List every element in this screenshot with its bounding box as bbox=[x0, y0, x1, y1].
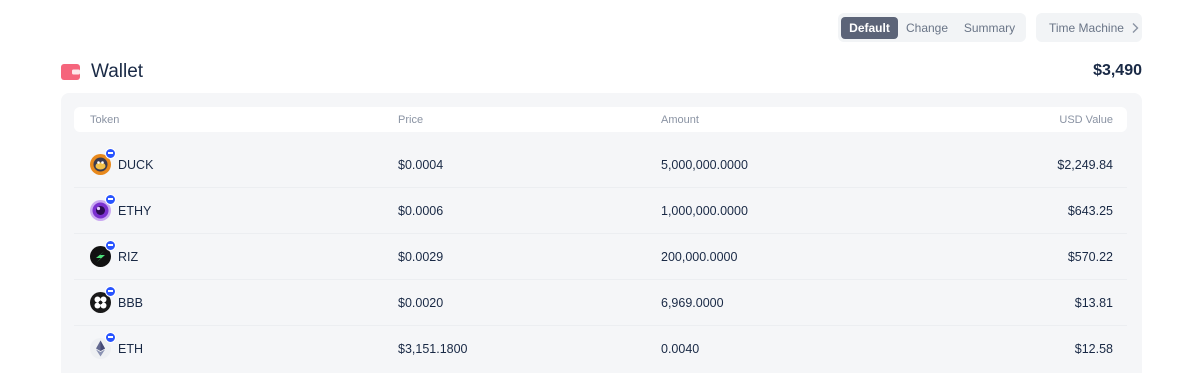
base-chain-icon bbox=[105, 240, 116, 251]
token-price: $0.0006 bbox=[398, 204, 444, 218]
wallet-header: Wallet $3,490 bbox=[61, 60, 1142, 84]
token-symbol: DUCK bbox=[118, 158, 154, 172]
tab-default[interactable]: Default bbox=[841, 16, 898, 39]
token-symbol: ETHY bbox=[118, 204, 152, 218]
column-header-usd-value: USD Value bbox=[1059, 114, 1113, 126]
view-mode-tabs: Default Change Summary bbox=[838, 13, 1026, 42]
view-toolbar: Default Change Summary Time Machine bbox=[838, 13, 1142, 42]
column-header-token: Token bbox=[90, 114, 120, 126]
token-amount: 200,000.0000 bbox=[661, 250, 738, 264]
tab-summary[interactable]: Summary bbox=[956, 17, 1023, 39]
token-usd-value: $570.22 bbox=[1067, 250, 1113, 264]
column-header-price: Price bbox=[398, 114, 424, 126]
table-row[interactable]: BBB $0.0020 6,969.0000 $13.81 bbox=[74, 280, 1127, 326]
table-row[interactable]: DUCK $0.0004 5,000,000.0000 $2,249.84 bbox=[74, 142, 1127, 188]
table-row[interactable]: RIZ $0.0029 200,000.0000 $570.22 bbox=[74, 234, 1127, 280]
base-chain-icon bbox=[105, 286, 116, 297]
base-chain-icon bbox=[105, 332, 116, 343]
time-machine-label: Time Machine bbox=[1049, 20, 1124, 35]
token-amount: 0.0040 bbox=[661, 342, 700, 356]
wallet-total-value: $3,490 bbox=[1093, 62, 1142, 79]
chevron-right-icon bbox=[1132, 22, 1139, 33]
token-symbol: ETH bbox=[118, 342, 143, 356]
token-price: $3,151.1800 bbox=[398, 342, 468, 356]
time-machine-button[interactable]: Time Machine bbox=[1036, 13, 1142, 42]
table-row[interactable]: ETHY $0.0006 1,000,000.0000 $643.25 bbox=[74, 188, 1127, 234]
token-usd-value: $13.81 bbox=[1074, 296, 1113, 310]
token-symbol: RIZ bbox=[118, 250, 139, 264]
token-price: $0.0029 bbox=[398, 250, 444, 264]
wallet-title: Wallet bbox=[91, 61, 144, 82]
token-amount: 5,000,000.0000 bbox=[661, 158, 748, 172]
base-chain-icon bbox=[105, 194, 116, 205]
base-chain-icon bbox=[105, 148, 116, 159]
token-price: $0.0004 bbox=[398, 158, 444, 172]
column-header-amount: Amount bbox=[661, 114, 699, 126]
token-price: $0.0020 bbox=[398, 296, 444, 310]
token-usd-value: $2,249.84 bbox=[1057, 158, 1113, 172]
token-amount: 1,000,000.0000 bbox=[661, 204, 748, 218]
token-usd-value: $12.58 bbox=[1074, 342, 1113, 356]
token-table-panel: Token Price Amount USD Value DUCK $0.000… bbox=[61, 93, 1142, 373]
tab-change[interactable]: Change bbox=[898, 17, 956, 39]
table-header: Token Price Amount USD Value bbox=[74, 107, 1127, 132]
token-amount: 6,969.0000 bbox=[661, 296, 724, 310]
table-row[interactable]: ETH $3,151.1800 0.0040 $12.58 bbox=[74, 326, 1127, 372]
token-usd-value: $643.25 bbox=[1067, 204, 1113, 218]
token-symbol: BBB bbox=[118, 296, 144, 310]
wallet-icon bbox=[61, 64, 80, 80]
